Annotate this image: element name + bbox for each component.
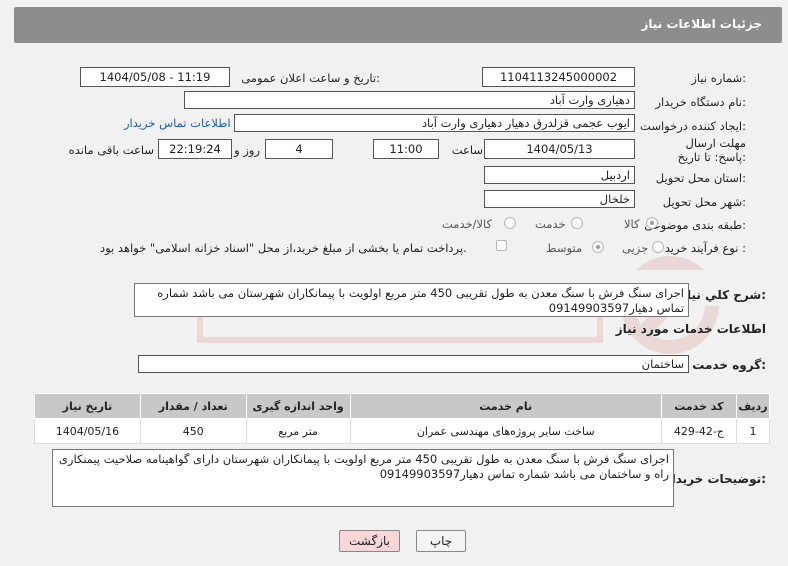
cell-unit: متر مربع xyxy=(245,418,351,444)
service-group-label: گروه خدمت: xyxy=(692,358,766,372)
col-row-number: ردیف xyxy=(735,393,771,419)
creator-field: ایوب عجمی قزلدرق دهیار دهیاری وارت آباد xyxy=(234,114,635,132)
col-service-code: کد خدمت xyxy=(660,393,737,419)
city-field: خلخال xyxy=(484,190,635,208)
category-label: طبقه بندی موضوعی: xyxy=(644,218,746,232)
services-title: اطلاعات خدمات مورد نیاز xyxy=(615,322,766,336)
city-label: شهر محل تحویل: xyxy=(662,195,746,209)
remaining-time-field: 22:19:24 xyxy=(158,139,232,159)
province-field: اردبیل xyxy=(484,166,635,184)
buyer-org-label: نام دستگاه خریدار: xyxy=(655,95,746,109)
category-radio-goods-service[interactable] xyxy=(504,217,516,229)
back-button[interactable]: بازگشت xyxy=(339,530,400,552)
category-option-service: خدمت xyxy=(535,217,566,231)
service-group-field: ساختمان xyxy=(138,355,689,373)
category-option-goods: کالا xyxy=(624,217,640,231)
print-button[interactable]: چاپ xyxy=(416,530,466,552)
days-field: 4 xyxy=(265,139,333,159)
cell-row-number: 1 xyxy=(735,418,771,444)
deadline-label: مهلت ارسال پاسخ: تا تاریخ: xyxy=(677,136,746,164)
col-unit: واحد اندازه گیری xyxy=(245,393,351,419)
summary-textarea[interactable]: اجرای سنگ فرش با سنگ معدن به طول تقریبی … xyxy=(134,283,689,317)
deadline-time-field: 11:00 xyxy=(373,139,439,159)
need-number-label: شماره نیاز: xyxy=(691,71,746,85)
treasury-payment-checkbox[interactable] xyxy=(496,240,507,251)
process-radio-medium[interactable] xyxy=(592,241,604,253)
category-radio-service[interactable] xyxy=(571,217,583,229)
remaining-time-label: ساعت باقی مانده xyxy=(68,143,154,157)
cell-service-name: ساخت سایر پروژه‌های مهندسی عمران xyxy=(349,418,662,444)
col-need-date: تاریخ نیاز xyxy=(34,393,141,419)
table-header-row: ردیف کد خدمت نام خدمت واحد اندازه گیری ت… xyxy=(34,393,771,419)
process-label: نوع فرآیند خرید : xyxy=(664,241,746,255)
services-table: ردیف کد خدمت نام خدمت واحد اندازه گیری ت… xyxy=(34,393,771,444)
buyer-notes-textarea[interactable]: اجرای سنگ فرش با سنگ معدن به طول تقریبی … xyxy=(52,449,674,507)
cell-quantity: 450 xyxy=(139,418,247,444)
process-radio-minor[interactable] xyxy=(652,241,664,253)
table-row: 1 ج-42-429 ساخت سایر پروژه‌های مهندسی عم… xyxy=(34,418,771,444)
buyer-contact-link[interactable]: اطلاعات تماس خریدار xyxy=(124,116,231,130)
summary-label: شرح کلي نیاز: xyxy=(680,288,766,302)
need-number-field: 1104113245000002 xyxy=(482,67,635,87)
buyer-notes-label: توضیحات خریدار: xyxy=(664,472,766,486)
announce-date-field: 1404/05/08 - 11:19 xyxy=(80,67,230,87)
page-title: جزئیات اطلاعات نیاز xyxy=(641,17,762,31)
days-label: روز و xyxy=(234,143,260,157)
category-option-goods-service: کالا/خدمت xyxy=(442,217,493,231)
process-option-medium: متوسط xyxy=(546,241,583,255)
creator-label: ایجاد کننده درخواست: xyxy=(640,119,746,133)
province-label: استان محل تحویل: xyxy=(655,171,746,185)
cell-service-code: ج-42-429 xyxy=(660,418,737,444)
col-quantity: تعداد / مقدار xyxy=(139,393,247,419)
cell-need-date: 1404/05/16 xyxy=(34,418,141,444)
category-radio-goods[interactable] xyxy=(646,217,658,229)
announce-date-label: تاریخ و ساعت اعلان عمومی: xyxy=(241,71,380,85)
buyer-org-field: دهیاری وارت آباد xyxy=(184,91,635,109)
page-header: جزئیات اطلاعات نیاز xyxy=(14,7,782,43)
deadline-time-label: ساعت xyxy=(451,143,483,157)
treasury-payment-note: پرداخت تمام یا بخشی از مبلغ خرید،از محل … xyxy=(100,241,467,255)
col-service-name: نام خدمت xyxy=(349,393,662,419)
deadline-date-field: 1404/05/13 xyxy=(484,139,635,159)
process-option-minor: جزیی xyxy=(622,241,649,255)
